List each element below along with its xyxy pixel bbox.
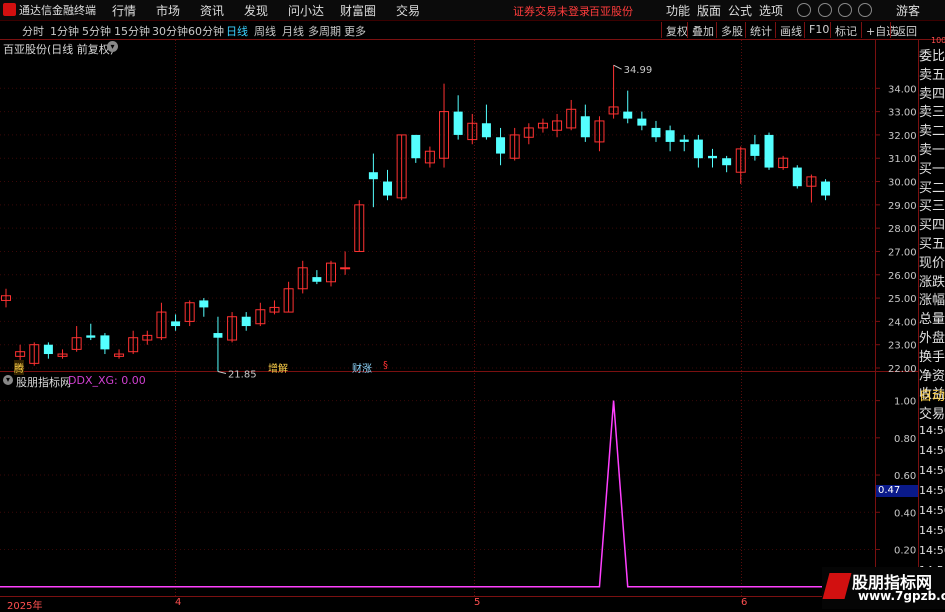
candle-body bbox=[86, 335, 96, 338]
candle-body bbox=[312, 277, 322, 282]
y-tick-label: 0.20 bbox=[894, 545, 916, 556]
candle-body bbox=[340, 267, 351, 270]
side-label-1: 卖五 bbox=[919, 67, 945, 83]
side-time-3: 14:56 bbox=[919, 484, 945, 497]
y-tick-label: 33.00 bbox=[888, 108, 917, 119]
side-label-4: 卖二 bbox=[919, 124, 945, 140]
side-label-5: 卖一 bbox=[919, 143, 945, 158]
event-marker[interactable]: § bbox=[383, 360, 388, 371]
candle-body bbox=[43, 344, 53, 355]
indicator-title[interactable]: 股朋指标网 bbox=[16, 374, 71, 390]
event-marker[interactable]: 增解 bbox=[268, 360, 288, 375]
side-label-9: 买四 bbox=[919, 218, 945, 234]
candle-body bbox=[722, 158, 732, 166]
side-time-5: 14:56 bbox=[919, 524, 945, 537]
candle-body bbox=[368, 172, 378, 180]
y-tick-label: 23.00 bbox=[888, 341, 917, 352]
candle-body bbox=[171, 321, 181, 327]
x-label: 4 bbox=[175, 597, 182, 608]
side-label-2: 卖四 bbox=[919, 86, 945, 102]
candle-body bbox=[496, 137, 506, 154]
side-label-6: 买一 bbox=[919, 161, 945, 177]
side-label-10: 买五 bbox=[919, 237, 945, 252]
event-marker[interactable]: 财涨 bbox=[352, 360, 372, 375]
candle-body bbox=[453, 111, 463, 135]
event-marker[interactable]: 腾 bbox=[14, 360, 24, 375]
candle-body bbox=[213, 333, 223, 338]
y-tick-label: 26.00 bbox=[888, 271, 917, 282]
side-label-20: 交易 bbox=[919, 407, 945, 422]
candle-body bbox=[100, 335, 110, 350]
side-label-12: 涨跌 bbox=[919, 274, 945, 290]
side-label-7: 买二 bbox=[919, 180, 945, 196]
y-tick-label: 28.00 bbox=[888, 224, 917, 235]
side-label-15: 外盘 bbox=[919, 331, 945, 346]
y-tick-label: 0.60 bbox=[894, 471, 916, 482]
x-label: 6 bbox=[741, 597, 748, 608]
candle-body bbox=[708, 155, 717, 159]
y-tick-label: 0.80 bbox=[894, 434, 916, 445]
candle-body bbox=[693, 139, 703, 159]
side-label-8: 买三 bbox=[919, 199, 945, 215]
y-tick-label: 22.00 bbox=[888, 364, 917, 375]
candle-body bbox=[199, 300, 209, 308]
y-tick-label: 27.00 bbox=[888, 247, 917, 258]
side-label-16: 换手 bbox=[919, 349, 945, 365]
side-label-13: 涨幅 bbox=[919, 293, 945, 309]
side-label-14: 总量 bbox=[919, 312, 945, 328]
side-time-6: 14:56 bbox=[919, 544, 945, 557]
high-arrow bbox=[613, 64, 622, 70]
side-label-11: 现价 bbox=[919, 255, 945, 271]
chart-title: 百亚股份(日线 前复权) bbox=[3, 43, 115, 56]
y-tick-label: 31.00 bbox=[888, 154, 917, 165]
side-time-1: 14:56 bbox=[919, 444, 945, 457]
chevron-down-icon[interactable]: ▾ bbox=[107, 41, 118, 52]
x-label: 2025年 bbox=[7, 601, 43, 612]
y-tick-label: 34.00 bbox=[888, 84, 917, 95]
chart-canvas[interactable]: 22.00 23.00 24.00 25.00 26.00 27.00 28.00 29.00… bbox=[0, 0, 945, 609]
indicator-value: DDX_XG: 0.00 bbox=[68, 374, 146, 387]
candle-body bbox=[481, 123, 491, 138]
y-tick-label: 29.00 bbox=[888, 201, 917, 212]
logo-mark-icon bbox=[822, 573, 852, 599]
low-label: 21.85 bbox=[228, 370, 257, 381]
y-tick-label: 0.40 bbox=[894, 508, 916, 519]
side-header: 1000 bbox=[931, 36, 945, 45]
y-tick-label: 25.00 bbox=[888, 294, 917, 305]
side-label-0: 委比 bbox=[919, 49, 945, 64]
y-tick-label: 24.00 bbox=[888, 317, 917, 328]
candle-body bbox=[623, 111, 633, 119]
candle-body bbox=[679, 139, 689, 142]
candle-body bbox=[665, 130, 675, 142]
side-label-19: 自动 bbox=[919, 389, 945, 404]
candle-body bbox=[750, 144, 760, 156]
candle-body bbox=[637, 118, 647, 126]
side-time-4: 14:56 bbox=[919, 504, 945, 517]
y-tick-label: 32.00 bbox=[888, 131, 917, 142]
candle-body bbox=[411, 134, 421, 159]
y-tick-label: 1.00 bbox=[894, 397, 916, 408]
candle-body bbox=[821, 181, 831, 196]
candle-body bbox=[241, 316, 251, 327]
high-label: 34.99 bbox=[624, 65, 653, 76]
candle-body bbox=[792, 167, 802, 187]
chevron-down-icon[interactable]: ▾ bbox=[3, 375, 13, 385]
candle-body bbox=[651, 127, 661, 138]
candle-body bbox=[764, 134, 774, 168]
side-time-0: 14:56 bbox=[919, 424, 945, 437]
y-tick-label: 30.00 bbox=[888, 178, 917, 189]
current-value-tag: 0.47 bbox=[876, 485, 918, 497]
candle-body bbox=[383, 181, 393, 196]
side-label-17: 净资 bbox=[919, 368, 945, 384]
watermark-logo: 股朋指标网 www.7gpzb.com bbox=[822, 567, 945, 609]
ddx-line bbox=[0, 400, 875, 588]
side-label-3: 卖三 bbox=[919, 105, 945, 121]
candle-body bbox=[580, 116, 590, 138]
x-label: 5 bbox=[474, 597, 481, 608]
side-time-2: 14:56 bbox=[919, 464, 945, 477]
logo-url: www.7gpzb.com bbox=[858, 589, 945, 603]
